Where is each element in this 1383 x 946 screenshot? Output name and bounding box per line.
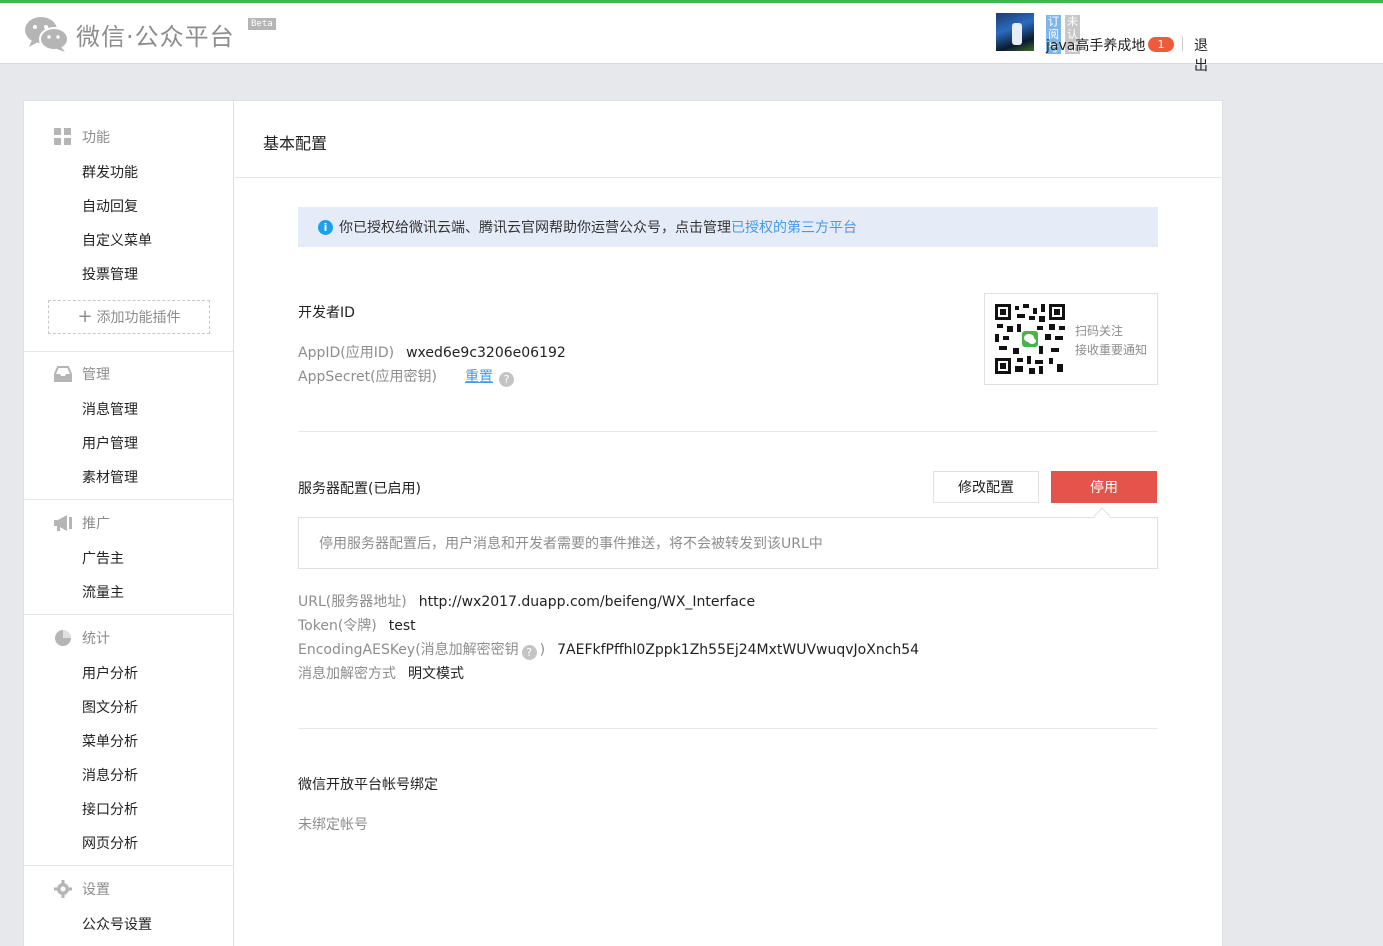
help-icon[interactable]: ? — [499, 372, 515, 387]
notice-text: 你已授权给微讯云端、腾讯云官网帮助你运营公众号，点击管理 — [339, 220, 731, 236]
aes-key-value: 7AEFkfPffhl0Zppk1Zh55Ej24MxtWUVwuqvJoXnc… — [557, 642, 920, 658]
qr-code-icon — [995, 304, 1065, 374]
token-value: test — [388, 618, 416, 634]
logout-link[interactable]: 退出 — [1194, 35, 1208, 75]
divider — [24, 351, 233, 352]
modify-config-button[interactable]: 修改配置 — [933, 471, 1039, 503]
aes-key-row: EncodingAESKey(消息加解密密钥?) 7AEFkfPffhl0Zppk… — [298, 642, 920, 660]
sidebar-item-vote[interactable]: 投票管理 — [82, 264, 138, 284]
disable-tip: 停用服务器配置后，用户消息和开发者需要的事件推送，将不会被转发到该URL中 — [298, 517, 1158, 569]
sidebar-group-features: 功能 — [54, 127, 110, 147]
sidebar-group-settings: 设置 — [54, 879, 110, 899]
wechat-logo-icon — [24, 15, 70, 53]
logo[interactable]: 微信·公众平台 — [24, 15, 235, 53]
help-icon[interactable]: ? — [521, 645, 537, 660]
divider — [24, 499, 233, 500]
divider — [234, 177, 1222, 178]
sidebar-item-messages[interactable]: 消息管理 — [82, 399, 138, 419]
notification-badge[interactable]: 1 — [1148, 37, 1174, 52]
page-title: 基本配置 — [263, 134, 328, 153]
main-panel: 基本配置 i 你已授权给微讯云端、腾讯云官网帮助你运营公众号，点击管理 已授权的第… — [233, 100, 1223, 946]
sidebar-item-auto-reply[interactable]: 自动回复 — [82, 196, 138, 216]
sidebar: 功能 群发功能 自动回复 自定义菜单 投票管理 + 添加功能插件 管理 消息管理… — [23, 100, 233, 946]
top-bar: 微信·公众平台 Beta 订阅号 未认证 java高手养成地 1 退出 — [0, 0, 1383, 74]
appid-value: wxed6e9c3206e06192 — [406, 345, 566, 361]
sidebar-group-management: 管理 — [54, 364, 110, 384]
account-name[interactable]: java高手养成地 — [1046, 35, 1145, 55]
encrypt-mode-value: 明文模式 — [408, 666, 464, 682]
sidebar-item-users[interactable]: 用户管理 — [82, 433, 138, 453]
appsecret-row: AppSecret(应用密钥) 重置? — [298, 366, 515, 387]
gear-icon — [54, 880, 72, 898]
divider — [24, 865, 233, 866]
encrypt-mode-row: 消息加解密方式 明文模式 — [298, 666, 464, 682]
sidebar-item-message-analysis[interactable]: 消息分析 — [82, 765, 138, 785]
megaphone-icon — [54, 514, 72, 532]
avatar[interactable] — [996, 13, 1034, 51]
add-plugin-button[interactable]: + 添加功能插件 — [48, 300, 210, 334]
notice-bar: i 你已授权给微讯云端、腾讯云官网帮助你运营公众号，点击管理 已授权的第三方平台 — [298, 207, 1158, 247]
qr-text-notify: 接收重要通知 — [1075, 343, 1148, 357]
pie-chart-icon — [54, 629, 72, 647]
sidebar-item-advertiser[interactable]: 广告主 — [82, 548, 124, 568]
sidebar-item-materials[interactable]: 素材管理 — [82, 467, 138, 487]
sidebar-item-broadcast[interactable]: 群发功能 — [82, 162, 138, 182]
sidebar-group-statistics: 统计 — [54, 628, 110, 648]
grid-icon — [54, 128, 72, 146]
url-value: http://wx2017.duapp.com/beifeng/WX_Inter… — [418, 594, 756, 610]
sidebar-item-account-settings[interactable]: 公众号设置 — [82, 914, 152, 934]
divider — [24, 614, 233, 615]
appid-row: AppID(应用ID) wxed6e9c3206e06192 — [298, 345, 566, 361]
divider — [298, 431, 1158, 432]
sidebar-item-user-analysis[interactable]: 用户分析 — [82, 663, 138, 683]
qr-code-box: 扫码关注 接收重要通知 — [984, 293, 1158, 385]
inbox-icon — [54, 365, 72, 383]
sidebar-item-api-analysis[interactable]: 接口分析 — [82, 799, 138, 819]
open-platform-title: 微信开放平台帐号绑定 — [298, 777, 438, 793]
reset-secret-link[interactable]: 重置 — [465, 369, 493, 385]
developer-id-title: 开发者ID — [298, 305, 355, 321]
plus-icon: + — [77, 306, 93, 327]
open-platform-status: 未绑定帐号 — [298, 817, 368, 833]
sidebar-group-promotion: 推广 — [54, 513, 110, 533]
sidebar-item-web-analysis[interactable]: 网页分析 — [82, 833, 138, 853]
disable-button[interactable]: 停用 — [1051, 471, 1157, 503]
logo-text: 微信·公众平台 — [76, 22, 235, 51]
sidebar-item-menu-analysis[interactable]: 菜单分析 — [82, 731, 138, 751]
server-config-title: 服务器配置(已启用) — [298, 481, 421, 497]
sidebar-item-custom-menu[interactable]: 自定义菜单 — [82, 230, 152, 250]
token-row: Token(令牌) test — [298, 618, 416, 634]
separator — [1182, 37, 1183, 51]
qr-text-follow: 扫码关注 — [1075, 324, 1124, 338]
third-party-link[interactable]: 已授权的第三方平台 — [731, 217, 857, 237]
sidebar-item-article-analysis[interactable]: 图文分析 — [82, 697, 138, 717]
divider — [298, 728, 1158, 729]
info-icon: i — [318, 219, 333, 235]
sidebar-item-publisher[interactable]: 流量主 — [82, 582, 124, 602]
beta-badge: Beta — [248, 18, 276, 30]
url-row: URL(服务器地址) http://wx2017.duapp.com/beifen… — [298, 594, 756, 610]
